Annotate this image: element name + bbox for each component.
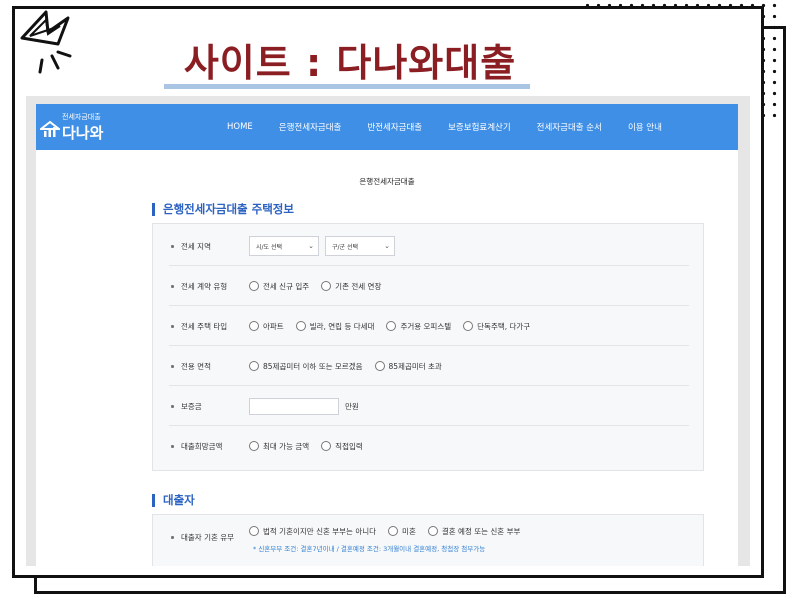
house-chart-icon <box>40 120 60 137</box>
page-heading: 은행전세자금대출 <box>359 177 415 186</box>
radio-single[interactable]: 미혼 <box>388 526 416 537</box>
radio-newlywed[interactable]: 결혼 예정 또는 신혼 부부 <box>427 526 520 537</box>
nav-half-jeonse-loan[interactable]: 반전세자금대출 <box>354 121 435 133</box>
section-title-borrower: 대출자 <box>152 494 195 507</box>
row-region: 전세 지역 시/도 선택 ⌄ 구/군 선택 ⌄ <box>153 226 705 266</box>
radio-villa[interactable]: 빌라, 연립 등 다세대 <box>295 321 374 332</box>
label-marital-status: 대출자 기혼 유무 <box>181 532 235 542</box>
label-area: 전용 면적 <box>181 361 211 371</box>
radio-circle <box>321 281 332 291</box>
nav-menu: HOME 은행전세자금대출 반전세자금대출 보증보험료계산기 전세자금대출 순서… <box>214 104 675 150</box>
radio-max-amount[interactable]: 최대 가능 금액 <box>249 441 309 452</box>
radio-extend-contract[interactable]: 기존 전세 연장 <box>321 281 381 292</box>
deposit-input[interactable] <box>249 397 339 415</box>
radio-officetel[interactable]: 주거용 오피스텔 <box>386 321 451 332</box>
label-house-type: 전세 주택 타입 <box>181 321 228 331</box>
label-deposit: 보증금 <box>181 401 202 411</box>
bullet <box>171 244 174 248</box>
slide: 사이트 : 다나와대출 전세자금대출 다나와 HOME 은행전세자금대출 반전세… <box>0 0 800 600</box>
top-navbar: 전세자금대출 다나와 HOME 은행전세자금대출 반전세자금대출 보증보험료계산… <box>36 104 738 150</box>
row-house-type: 전세 주택 타입 아파트 빌라, 연립 등 다세대 주거용 오피스텔 단독주택,… <box>153 306 705 346</box>
select-district[interactable]: 구/군 선택 ⌄ <box>325 236 395 256</box>
nav-bank-loan[interactable]: 은행전세자금대출 <box>266 121 355 133</box>
logo-text: 다나와 <box>62 124 104 142</box>
nav-insurance-calculator[interactable]: 보증보험료계산기 <box>435 121 524 133</box>
logo-subtitle: 전세자금대출 <box>62 113 101 121</box>
website-screenshot: 전세자금대출 다나와 HOME 은행전세자금대출 반전세자금대출 보증보험료계산… <box>26 96 750 566</box>
borrower-panel: 대출자 기혼 유무 법적 기혼이지만 신혼 부부는 아니다 미혼 결혼 예정 또… <box>152 514 704 566</box>
newlywed-condition-note: * 신혼부부 조건: 결혼7년이내 / 결혼예정 조건: 3개월이내 결혼예정,… <box>253 545 486 553</box>
label-region: 전세 지역 <box>181 241 211 251</box>
website-body: 전세자금대출 다나와 HOME 은행전세자금대출 반전세자금대출 보증보험료계산… <box>36 104 738 566</box>
title-underline <box>164 84 530 89</box>
row-contract-type: 전세 계약 유형 전세 신규 입주 기존 전세 연장 <box>153 266 705 306</box>
radio-apartment[interactable]: 아파트 <box>249 321 284 332</box>
page-title: 사이트 : 다나와대출 <box>183 41 517 85</box>
chevron-down-icon: ⌄ <box>308 242 314 250</box>
select-province[interactable]: 시/도 선택 ⌄ <box>249 236 319 256</box>
site-logo[interactable]: 전세자금대출 다나와 <box>40 110 120 142</box>
label-contract-type: 전세 계약 유형 <box>181 281 228 291</box>
chevron-down-icon: ⌄ <box>384 242 390 250</box>
house-info-panel: 전세 지역 시/도 선택 ⌄ 구/군 선택 ⌄ 전세 계약 유형 전세 신규 입주 … <box>152 223 704 471</box>
deposit-unit: 만원 <box>345 401 359 411</box>
radio-area-large[interactable]: 85제곱미터 초과 <box>374 361 442 372</box>
radio-direct-input[interactable]: 직접입력 <box>321 441 363 452</box>
radio-circle <box>249 281 259 291</box>
radio-detached-house[interactable]: 단독주택, 다가구 <box>463 321 530 332</box>
radio-area-small[interactable]: 85제곱미터 이하 또는 모르겠음 <box>249 361 363 372</box>
row-deposit: 보증금 만원 <box>153 386 705 426</box>
radio-new-contract[interactable]: 전세 신규 입주 <box>249 281 309 292</box>
row-loan-amount: 대출희망금액 최대 가능 금액 직접입력 <box>153 426 705 466</box>
radio-married[interactable]: 법적 기혼이지만 신혼 부부는 아니다 <box>249 526 376 537</box>
nav-home[interactable]: HOME <box>214 122 266 132</box>
nav-guide[interactable]: 이용 안내 <box>615 121 675 133</box>
nav-loan-steps[interactable]: 전세자금대출 순서 <box>524 121 615 133</box>
section-title-house-info: 은행전세자금대출 주택정보 <box>152 203 294 216</box>
label-loan-amount: 대출희망금액 <box>181 441 223 451</box>
row-area: 전용 면적 85제곱미터 이하 또는 모르겠음 85제곱미터 초과 <box>153 346 705 386</box>
